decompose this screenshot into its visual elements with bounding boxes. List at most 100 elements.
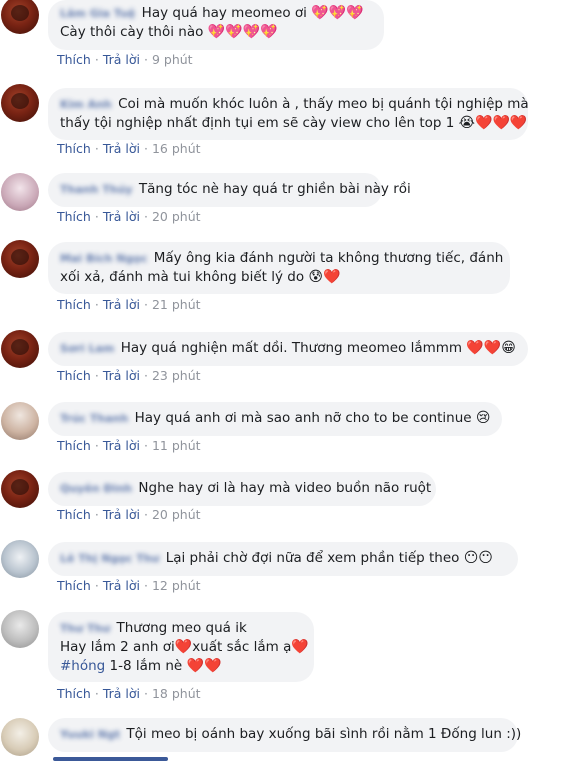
commenter-name[interactable]: Thư Thư — [60, 622, 110, 635]
separator: · — [94, 438, 99, 453]
separator: · — [143, 209, 148, 224]
timestamp[interactable]: 21 phút — [152, 297, 201, 312]
timestamp[interactable]: 18 phút — [152, 686, 201, 701]
comment-actions: Thích · Trả lời · 20 phút — [57, 507, 201, 522]
like-link[interactable]: Thích — [57, 438, 91, 453]
comment-bubble: Kim Anh Coi mà muốn khóc luôn à , thấy m… — [48, 88, 529, 140]
reply-link[interactable]: Trả lời — [103, 686, 140, 701]
comment-actions: Thích · Trả lời · 23 phút — [57, 368, 201, 383]
separator: · — [94, 507, 99, 522]
like-link[interactable]: Thích — [57, 686, 91, 701]
commenter-name[interactable]: Lâm Gia Tuệ — [60, 7, 135, 20]
commenter-name[interactable]: Trúc Thanh — [60, 412, 128, 425]
timestamp[interactable]: 11 phút — [152, 438, 201, 453]
avatar[interactable] — [1, 330, 39, 368]
reply-link[interactable]: Trả lời — [103, 209, 140, 224]
commenter-name[interactable]: Kim Anh — [60, 98, 112, 111]
comment-bubble: Thư Thư Thương meo quá ik Hay lắm 2 anh … — [48, 612, 314, 682]
timestamp[interactable]: 23 phút — [152, 368, 201, 383]
reply-link[interactable]: Trả lời — [103, 438, 140, 453]
separator: · — [143, 141, 148, 156]
avatar[interactable] — [1, 0, 39, 34]
commenter-name[interactable]: Yuuki Ngt — [60, 728, 120, 741]
reply-link[interactable]: Trả lời — [103, 141, 140, 156]
comment-text: 1-8 lắm nè — [105, 658, 183, 674]
avatar[interactable] — [1, 240, 39, 278]
comment-text: xuất sắc lắm ạ — [192, 639, 292, 655]
like-link[interactable]: Thích — [57, 209, 91, 224]
comment-text: Tăng tóc nè hay quá tr ghiền bài này rồi — [138, 181, 411, 197]
separator: · — [94, 368, 99, 383]
hashtag-link[interactable]: #hóng — [60, 658, 105, 674]
timestamp[interactable]: 20 phút — [152, 209, 201, 224]
like-link[interactable]: Thích — [57, 578, 91, 593]
like-link[interactable]: Thích — [57, 507, 91, 522]
emoji-icon: 😰❤️ — [308, 269, 341, 285]
timestamp[interactable]: 20 phút — [152, 507, 201, 522]
comment-actions: Thích · Trả lời · 20 phút — [57, 209, 201, 224]
heart-emoji-icon: ❤️ — [291, 639, 309, 655]
separator: · — [143, 686, 148, 701]
commenter-name[interactable]: Quyên Đinh — [60, 482, 132, 495]
heart-emoji-icon: 💖💖💖💖 — [207, 24, 278, 40]
timestamp[interactable]: 16 phút — [152, 141, 201, 156]
comment-text: Tội meo bị oánh bay xuống bãi sình rồi n… — [126, 726, 522, 742]
avatar[interactable] — [1, 470, 39, 508]
comment-text: Coi mà muốn khóc luôn à , thấy meo bị qu… — [118, 96, 529, 112]
reply-link[interactable]: Trả lời — [103, 507, 140, 522]
comment-bubble: Mai Bích Ngọc Mấy ông kia đánh người ta … — [48, 242, 510, 294]
comment-text: Mấy ông kia đánh người ta không thương t… — [153, 250, 504, 266]
partial-element — [53, 757, 168, 761]
avatar[interactable] — [1, 402, 39, 440]
separator: · — [143, 297, 148, 312]
separator: · — [143, 578, 148, 593]
heart-emoji-icon: 💖💖💖 — [311, 5, 364, 21]
reply-link[interactable]: Trả lời — [103, 578, 140, 593]
separator: · — [143, 368, 148, 383]
comment-bubble: Lâm Gia Tuệ Hay quá hay meomeo ơi 💖💖💖 Cà… — [48, 0, 384, 50]
comment-bubble: Yuuki Ngt Tội meo bị oánh bay xuống bãi … — [48, 718, 522, 752]
reply-link[interactable]: Trả lời — [103, 297, 140, 312]
separator: · — [143, 438, 148, 453]
separator: · — [94, 52, 99, 67]
comment-bubble: Thanh Thúy Tăng tóc nè hay quá tr ghiền … — [48, 173, 411, 207]
comment-text: Hay quá hay meomeo ơi — [141, 5, 307, 21]
avatar[interactable] — [1, 173, 39, 211]
sad-emoji-icon: 😢 — [475, 410, 491, 426]
like-link[interactable]: Thích — [57, 52, 91, 67]
like-link[interactable]: Thích — [57, 297, 91, 312]
like-link[interactable]: Thích — [57, 368, 91, 383]
avatar[interactable] — [1, 540, 39, 578]
comment-text: Hay quá nghiện mất dồi. Thương meomeo lắ… — [120, 340, 463, 356]
separator: · — [94, 578, 99, 593]
comment-text: Hay lắm 2 anh ơi — [60, 639, 175, 655]
separator: · — [94, 141, 99, 156]
avatar[interactable] — [1, 610, 39, 648]
commenter-name[interactable]: Lê Thị Ngọc Thư — [60, 552, 159, 565]
comment-text: Lại phải chờ đợi nữa để xem phần tiếp th… — [165, 550, 460, 566]
comment-actions: Thích · Trả lời · 11 phút — [57, 438, 201, 453]
like-link[interactable]: Thích — [57, 141, 91, 156]
commenter-name[interactable]: Thanh Thúy — [60, 183, 133, 196]
comment-actions: Thích · Trả lời · 21 phút — [57, 297, 201, 312]
comment-text: thấy tội nghiệp nhất định tụi em sẽ cày … — [60, 115, 455, 131]
comment-text: Hay quá anh ơi mà sao anh nỡ cho to be c… — [134, 410, 472, 426]
timestamp[interactable]: 12 phút — [152, 578, 201, 593]
reply-link[interactable]: Trả lời — [103, 52, 140, 67]
commenter-name[interactable]: Sơri Lam — [60, 342, 114, 355]
heart-emoji-icon: ❤️ — [174, 639, 193, 655]
separator: · — [94, 209, 99, 224]
emoji-icon: 😭❤️❤️❤️ — [458, 115, 528, 131]
emoji-icon: ❤️❤️😁 — [466, 340, 516, 356]
separator: · — [94, 297, 99, 312]
heart-emoji-icon: ❤️❤️ — [186, 658, 222, 674]
reply-link[interactable]: Trả lời — [103, 368, 140, 383]
timestamp[interactable]: 9 phút — [152, 52, 193, 67]
avatar[interactable] — [1, 84, 39, 122]
avatar[interactable] — [1, 718, 39, 756]
comment-actions: Thích · Trả lời · 16 phút — [57, 141, 201, 156]
comment-text: Cày thôi cày thôi nào — [60, 24, 204, 40]
comment-bubble: Lê Thị Ngọc Thư Lại phải chờ đợi nữa để … — [48, 542, 518, 576]
commenter-name[interactable]: Mai Bích Ngọc — [60, 252, 147, 265]
comment-bubble: Quyên Đinh Nghe hay ơi là hay mà video b… — [48, 472, 436, 506]
